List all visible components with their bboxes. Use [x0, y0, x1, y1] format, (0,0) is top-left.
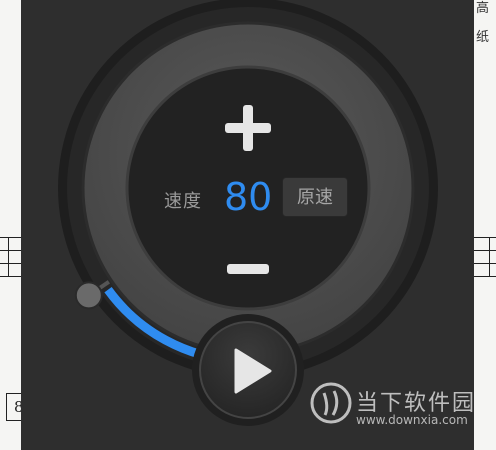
reset-speed-button[interactable]: 原速: [282, 177, 348, 217]
speed-value: 80: [224, 175, 273, 219]
minus-icon[interactable]: [227, 264, 269, 274]
watermark-logo-icon: [310, 382, 352, 424]
speed-label: 速度: [164, 191, 202, 212]
speed-dial: [58, 0, 438, 426]
speed-knob-handle[interactable]: [74, 281, 103, 310]
watermark-url: www.downxia.com: [356, 413, 468, 427]
